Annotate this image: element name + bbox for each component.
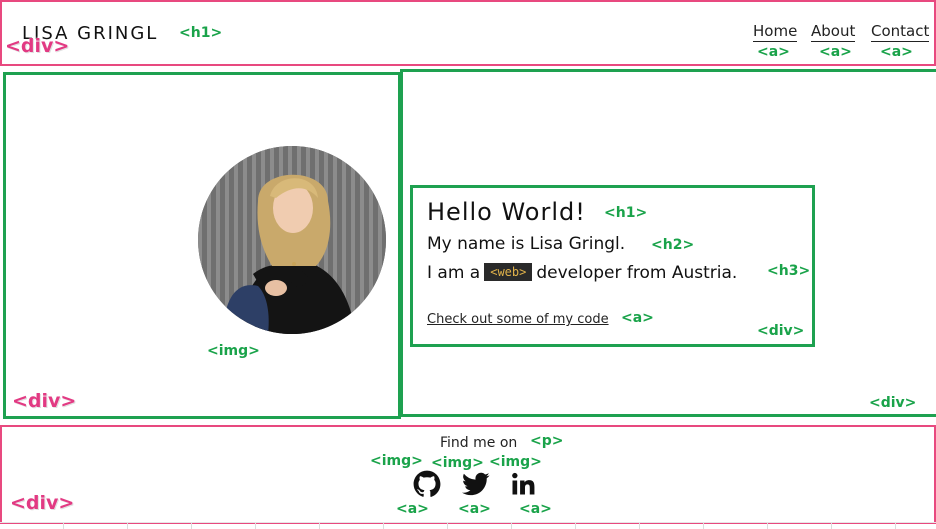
div-annotation-tag: <div> [10,492,75,514]
find-me-text: Find me on [440,435,518,451]
role-prefix: I am a [427,263,481,283]
nav-contact-link[interactable]: Contact [871,22,930,42]
h1-annotation-tag: <h1> [604,205,648,221]
linkedin-icon [512,472,535,495]
twitter-link[interactable] [462,470,490,498]
a-annotation-tag: <a> [519,501,552,517]
portrait-image [198,146,386,334]
div-annotation-tag: <div> [757,323,805,339]
img-annotation-tag: <img> [489,454,542,470]
nav-home-link[interactable]: Home [753,22,798,42]
a-annotation-tag: <a> [621,310,654,326]
img-annotation-tag: <img> [370,453,423,469]
bottom-ruler [0,522,936,529]
code-link[interactable]: Check out some of my code [427,312,609,327]
a-annotation-tag: <a> [757,44,790,60]
greeting-heading: Hello World! [427,198,586,226]
github-link[interactable] [413,470,441,498]
role-suffix: developer from Austria. [536,263,738,283]
github-icon [413,470,441,497]
div-annotation-tag: <div> [869,395,917,411]
twitter-icon [462,472,490,496]
h2-annotation-tag: <h2> [651,237,695,253]
p-annotation-tag: <p> [530,433,564,449]
a-annotation-tag: <a> [458,501,491,517]
linkedin-link[interactable] [509,470,537,498]
img-annotation-tag: <img> [431,455,484,471]
nav-about-link[interactable]: About [811,22,856,42]
name-heading: My name is Lisa Gringl. [427,234,626,254]
img-annotation-tag: <img> [207,343,260,359]
div-annotation-tag: <div> [5,35,70,57]
role-heading: I am a <web> developer from Austria. [427,263,737,283]
web-badge: <web> [484,263,533,281]
a-annotation-tag: <a> [396,501,429,517]
h1-annotation-tag: <h1> [179,25,223,41]
div-annotation-tag: <div> [12,390,77,412]
a-annotation-tag: <a> [880,44,913,60]
a-annotation-tag: <a> [819,44,852,60]
h3-annotation-tag: <h3> [767,263,811,279]
